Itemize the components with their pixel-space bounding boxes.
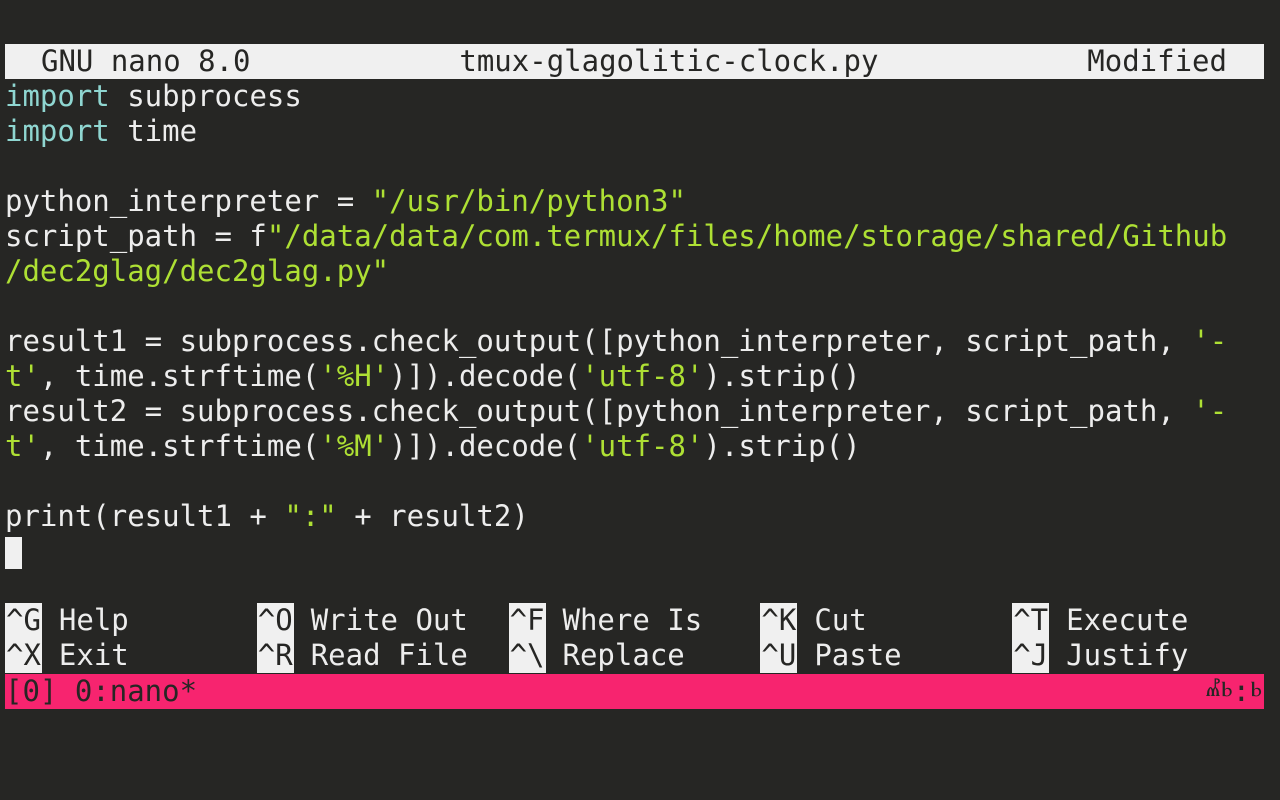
string-literal: '- xyxy=(1192,394,1228,428)
string-literal: 'utf-8' xyxy=(581,359,704,393)
code-text: )]).decode( xyxy=(389,359,582,393)
file-name: tmux-glagolitic-clock.py xyxy=(459,44,879,78)
code-text: print(result1 + xyxy=(5,499,285,533)
shortcut-label: Execute xyxy=(1066,603,1189,637)
shortcut-key: ^U xyxy=(760,638,798,673)
shortcut-read-file[interactable]: ^R Read File xyxy=(256,638,509,673)
shortcut-key: ^R xyxy=(256,638,294,673)
code-text: + result2) xyxy=(336,499,529,533)
shortcut-cut[interactable]: ^K Cut xyxy=(760,603,1012,638)
shortcut-key: ^X xyxy=(5,638,42,673)
string-literal: "/data/data/com.termux/files/home/storag… xyxy=(266,219,1228,253)
app-version: GNU nano 8.0 xyxy=(41,44,251,78)
code-text: result1 = subprocess.check_output([pytho… xyxy=(5,324,1193,358)
shortcut-key: ^O xyxy=(256,603,294,638)
string-literal: ":" xyxy=(284,499,337,533)
shortcut-paste[interactable]: ^U Paste xyxy=(760,638,1012,673)
shortcut-label: Replace xyxy=(562,638,685,672)
shortcut-label: Where Is xyxy=(562,603,703,637)
code-text: )]).decode( xyxy=(389,429,582,463)
shortcut-key: ^F xyxy=(508,603,546,638)
shortcut-label: Cut xyxy=(814,603,867,637)
modified-indicator: Modified xyxy=(1087,44,1227,78)
shortcut-replace[interactable]: ^\ Replace xyxy=(508,638,761,673)
code-line[interactable]: t', time.strftime('%M')]).decode('utf-8'… xyxy=(5,429,1264,464)
text-cursor xyxy=(5,537,22,569)
string-literal: '- xyxy=(1192,324,1228,358)
code-text: ).strip() xyxy=(703,359,861,393)
code-text: , time.strftime( xyxy=(39,359,320,393)
shortcut-where-is[interactable]: ^F Where Is xyxy=(508,603,761,638)
shortcut-key: ^\ xyxy=(508,638,546,673)
code-line[interactable]: t', time.strftime('%H')]).decode('utf-8'… xyxy=(5,359,1264,394)
code-line[interactable]: print(result1 + ":" + result2) xyxy=(5,499,1264,534)
code-line[interactable]: script_path = f"/data/data/com.termux/fi… xyxy=(5,219,1264,254)
code-text: result2 = subprocess.check_output([pytho… xyxy=(5,394,1193,428)
shortcut-label: Read File xyxy=(310,638,468,672)
shortcut-row: ^G Help ^O Write Out ^F Where Is ^K Cut ^T Ex… xyxy=(5,603,1264,638)
shortcut-key: ^K xyxy=(760,603,798,638)
shortcut-execute[interactable]: ^T Execute xyxy=(1012,603,1264,638)
shortcut-exit[interactable]: ^X Exit xyxy=(5,638,257,673)
keyword: import xyxy=(5,79,110,113)
code-line-empty[interactable] xyxy=(5,149,1264,184)
code-line[interactable]: import subprocess xyxy=(5,79,1264,114)
keyword: import xyxy=(5,114,110,148)
shortcut-bar: ^G Help ^O Write Out ^F Where Is ^K Cut ^T Ex… xyxy=(5,603,1264,673)
code-text: subprocess xyxy=(109,79,302,113)
tmux-status-bar: [0] 0:nano* ⰼⱃ:ⱃ xyxy=(5,674,1264,709)
shortcut-justify[interactable]: ^J Justify xyxy=(1012,638,1264,673)
string-literal: '%H' xyxy=(319,359,390,393)
tmux-window-list[interactable]: [0] 0:nano* xyxy=(5,674,197,709)
string-literal: 'utf-8' xyxy=(581,429,704,463)
code-text: python_interpreter = xyxy=(5,184,372,218)
string-literal: '%M' xyxy=(319,429,390,463)
string-literal: t' xyxy=(5,359,40,393)
shortcut-key: ^G xyxy=(5,603,42,638)
shortcut-label: Write Out xyxy=(310,603,468,637)
string-literal: t' xyxy=(5,429,40,463)
glagolitic-clock: ⰼⱃ:ⱃ xyxy=(1205,674,1262,708)
code-line-empty[interactable] xyxy=(5,289,1264,324)
code-line-empty[interactable] xyxy=(5,464,1264,499)
shortcut-key: ^J xyxy=(1012,638,1050,673)
shortcut-row: ^X Exit ^R Read File ^\ Replace ^U Paste ^J J… xyxy=(5,638,1264,673)
code-text: script_path = f xyxy=(5,219,267,253)
code-line[interactable] xyxy=(5,534,1264,569)
shortcut-write-out[interactable]: ^O Write Out xyxy=(256,603,509,638)
code-line[interactable]: result1 = subprocess.check_output([pytho… xyxy=(5,324,1264,359)
shortcut-label: Help xyxy=(58,603,129,637)
code-line[interactable]: python_interpreter = "/usr/bin/python3" xyxy=(5,184,1264,219)
editor-area[interactable]: GNU nano 8.0 tmux-glagolitic-clock.py Mo… xyxy=(5,44,1264,569)
shortcut-label: Paste xyxy=(814,638,902,672)
code-line[interactable]: import time xyxy=(5,114,1264,149)
code-line[interactable]: /dec2glag/dec2glag.py" xyxy=(5,254,1264,289)
nano-titlebar: GNU nano 8.0 tmux-glagolitic-clock.py Mo… xyxy=(5,44,1264,79)
code-line[interactable]: result2 = subprocess.check_output([pytho… xyxy=(5,394,1264,429)
code-text: , time.strftime( xyxy=(39,429,320,463)
shortcut-help[interactable]: ^G Help xyxy=(5,603,257,638)
shortcut-key: ^T xyxy=(1012,603,1050,638)
shortcut-label: Exit xyxy=(58,638,129,672)
string-literal: /dec2glag/dec2glag.py" xyxy=(5,254,390,288)
code-text: ).strip() xyxy=(703,429,861,463)
string-literal: "/usr/bin/python3" xyxy=(371,184,686,218)
shortcut-label: Justify xyxy=(1066,638,1189,672)
code-text: time xyxy=(109,114,198,148)
